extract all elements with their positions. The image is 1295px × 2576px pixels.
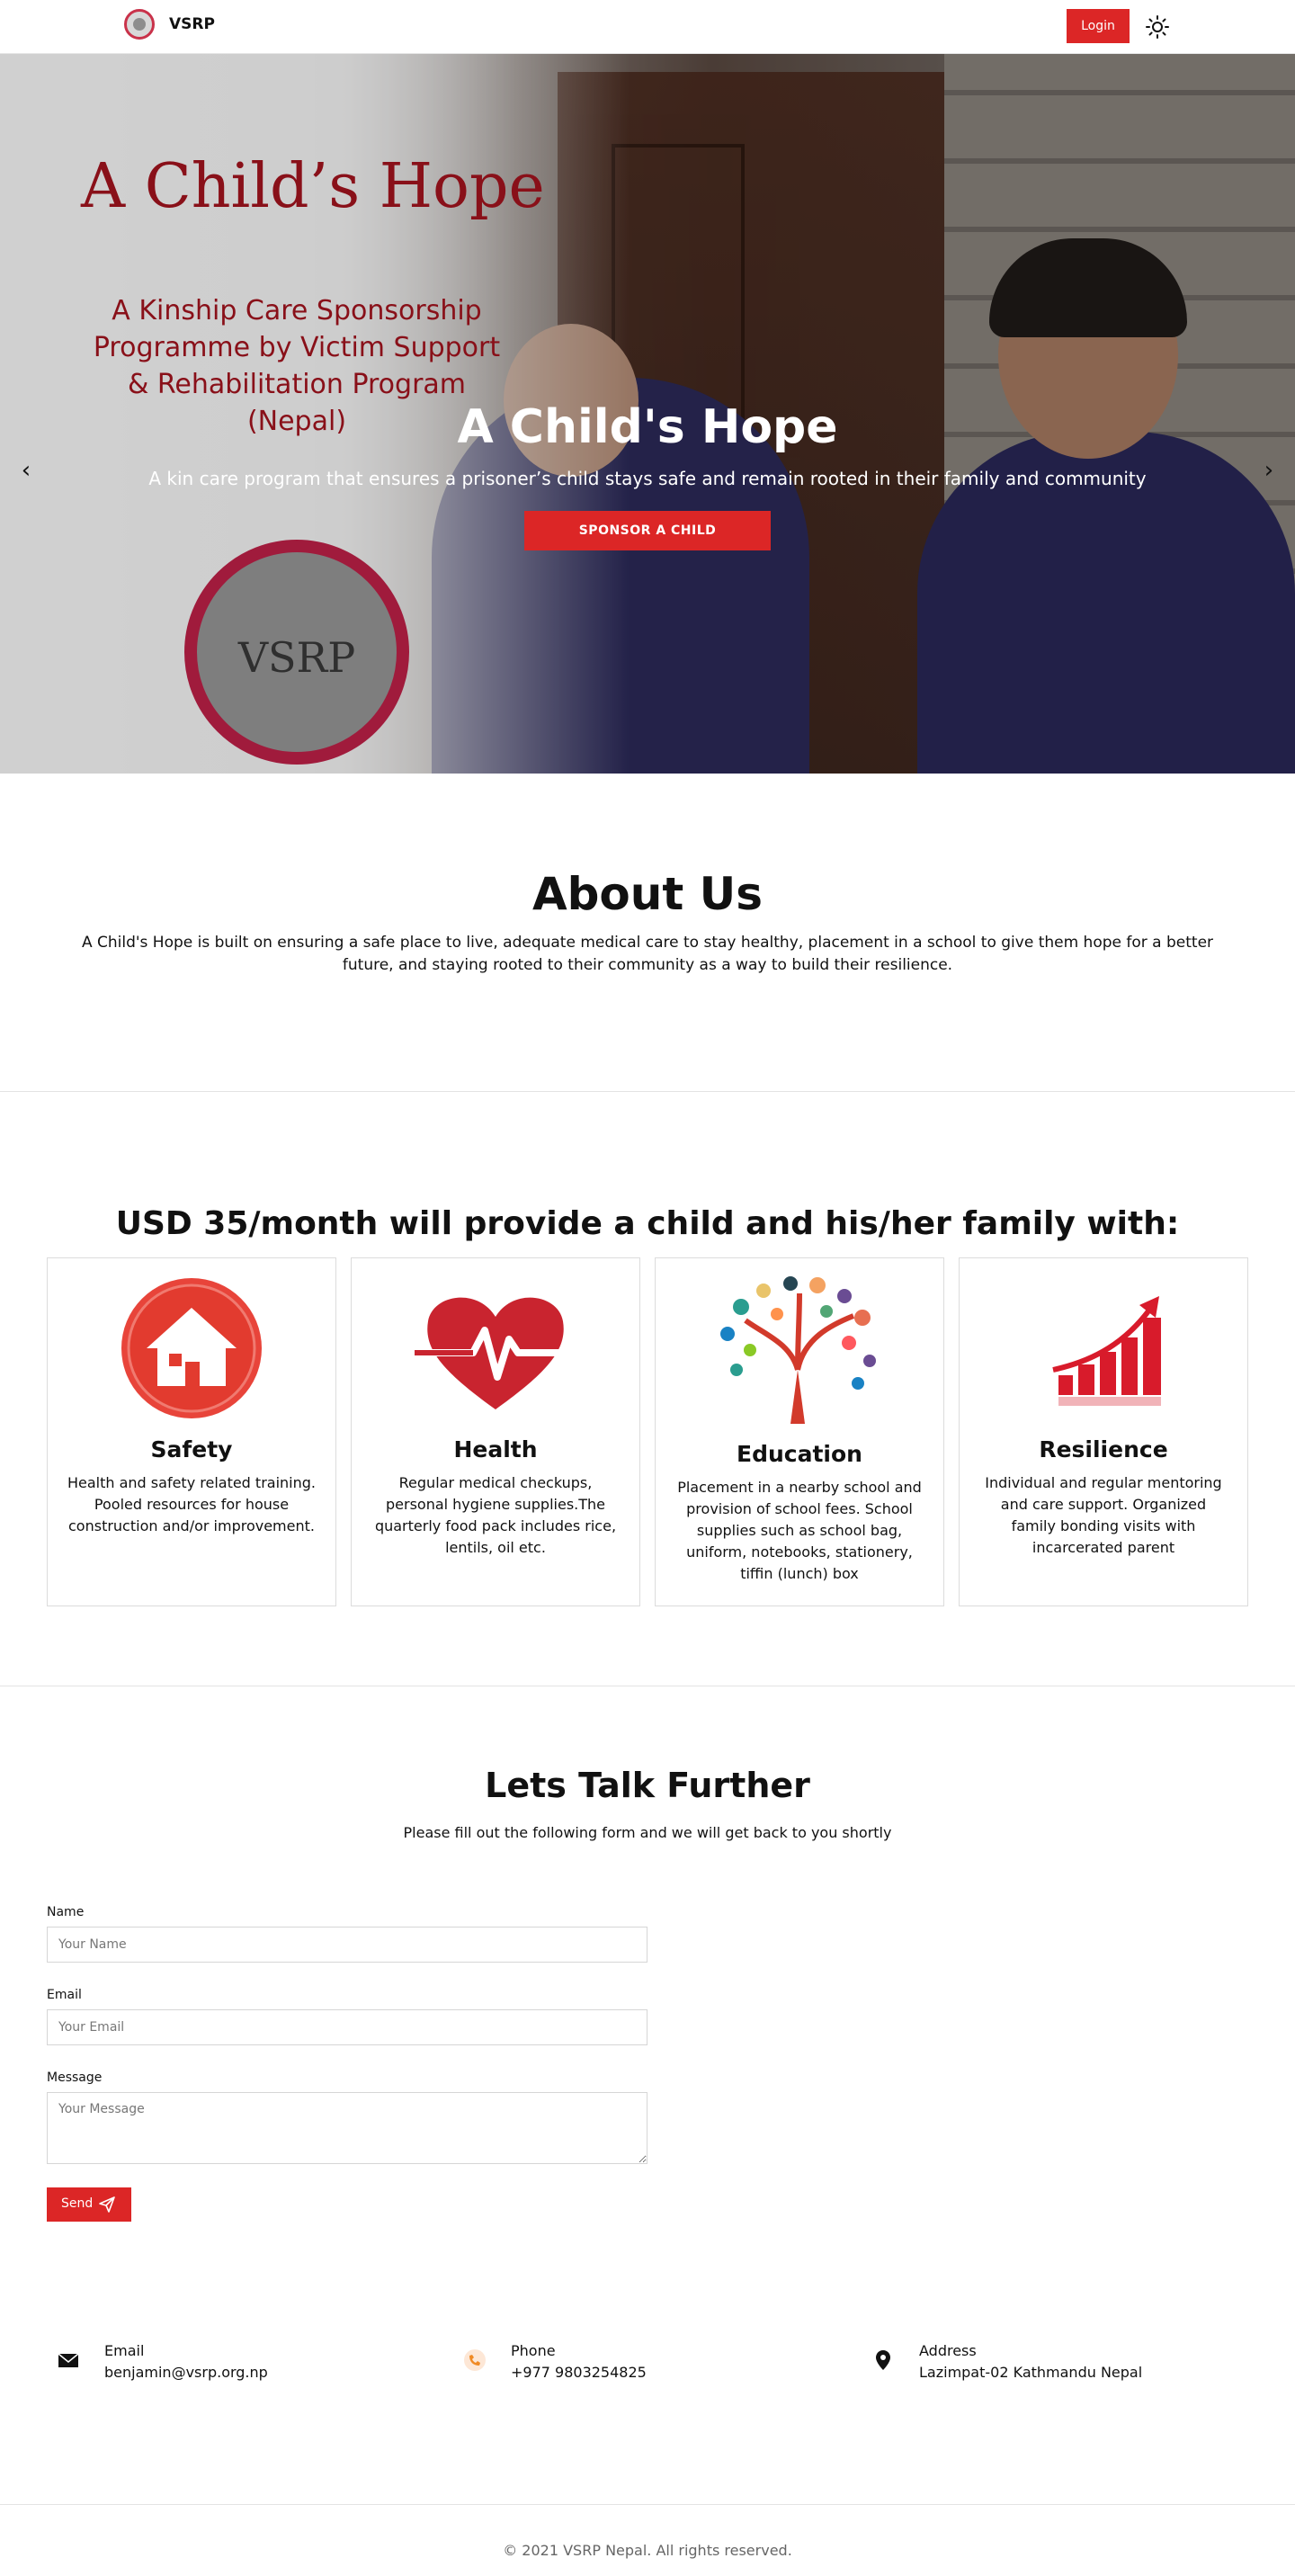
features-title: USD 35/month will provide a child and hi… — [115, 1205, 1180, 1242]
feature-card-education: Education Placement in a nearby school a… — [655, 1257, 944, 1606]
message-label: Message — [47, 2071, 103, 2085]
sun-icon[interactable] — [1146, 15, 1169, 39]
feature-text: Regular medical checkups, personal hygie… — [374, 1474, 617, 1556]
phone-info-label: Phone — [511, 2342, 556, 2359]
house-icon — [121, 1278, 262, 1418]
send-label: Send — [61, 2196, 94, 2211]
footer-divider — [0, 2504, 1295, 2505]
email-input[interactable] — [47, 2009, 648, 2045]
name-input[interactable] — [47, 1927, 648, 1963]
phone-icon — [464, 2349, 486, 2371]
email-info-label: Email — [104, 2342, 145, 2359]
education-tree-icon — [720, 1276, 876, 1424]
contact-title: Lets Talk Further — [485, 1766, 810, 1805]
feature-title: Education — [737, 1441, 862, 1467]
feature-title: Safety — [150, 1436, 233, 1462]
sponsor-child-button[interactable]: SPONSOR A CHILD — [524, 511, 771, 550]
carousel-prev-icon[interactable]: ‹ — [13, 457, 40, 484]
hero-carousel: A Child’s Hope A Kinship Care Sponsorshi… — [0, 54, 1295, 774]
footer-copyright: © 2021 VSRP Nepal. All rights reserved. — [503, 2542, 792, 2559]
about-text: A Child's Hope is built on ensuring a sa… — [81, 934, 1214, 974]
about-title: About Us — [531, 868, 764, 920]
feature-text: Placement in a nearby school and provisi… — [677, 1479, 922, 1582]
navbar: VSRP Login — [0, 0, 1295, 54]
feature-title: Health — [453, 1436, 538, 1462]
address-info-label: Address — [919, 2342, 977, 2359]
name-label: Name — [47, 1905, 85, 1919]
send-button[interactable]: Send — [47, 2187, 131, 2222]
feature-card-safety: Safety Health and safety related trainin… — [47, 1257, 336, 1606]
carousel-next-icon[interactable]: › — [1255, 457, 1282, 484]
address-info-value: Lazimpat-02 Kathmandu Nepal — [919, 2364, 1143, 2381]
contact-subtitle: Please fill out the following form and w… — [403, 1824, 892, 1841]
paper-plane-icon — [99, 2196, 115, 2213]
heartbeat-icon — [415, 1297, 576, 1409]
feature-card-resilience: Resilience Individual and regular mentor… — [959, 1257, 1248, 1606]
envelope-icon — [58, 2353, 79, 2367]
vsrp-logo[interactable] — [124, 9, 155, 40]
feature-text: Individual and regular mentoring and car… — [985, 1474, 1222, 1556]
phone-info-value[interactable]: +977 9803254825 — [511, 2364, 647, 2381]
brand-name[interactable]: VSRP — [169, 15, 215, 33]
feature-text: Health and safety related training. Pool… — [67, 1474, 316, 1534]
feature-title: Resilience — [1039, 1436, 1168, 1462]
hero-title: A Child's Hope — [457, 400, 838, 454]
email-info-value[interactable]: benjamin@vsrp.org.np — [104, 2364, 268, 2381]
section-divider — [0, 1091, 1295, 1092]
message-textarea[interactable] — [47, 2092, 648, 2164]
email-label: Email — [47, 1988, 82, 2002]
login-button[interactable]: Login — [1067, 9, 1130, 43]
feature-card-health: Health Regular medical checkups, persona… — [351, 1257, 640, 1606]
growth-chart-icon — [1052, 1296, 1161, 1406]
location-pin-icon — [876, 2350, 890, 2370]
hero-subtitle: A kin care program that ensures a prison… — [148, 468, 1147, 489]
